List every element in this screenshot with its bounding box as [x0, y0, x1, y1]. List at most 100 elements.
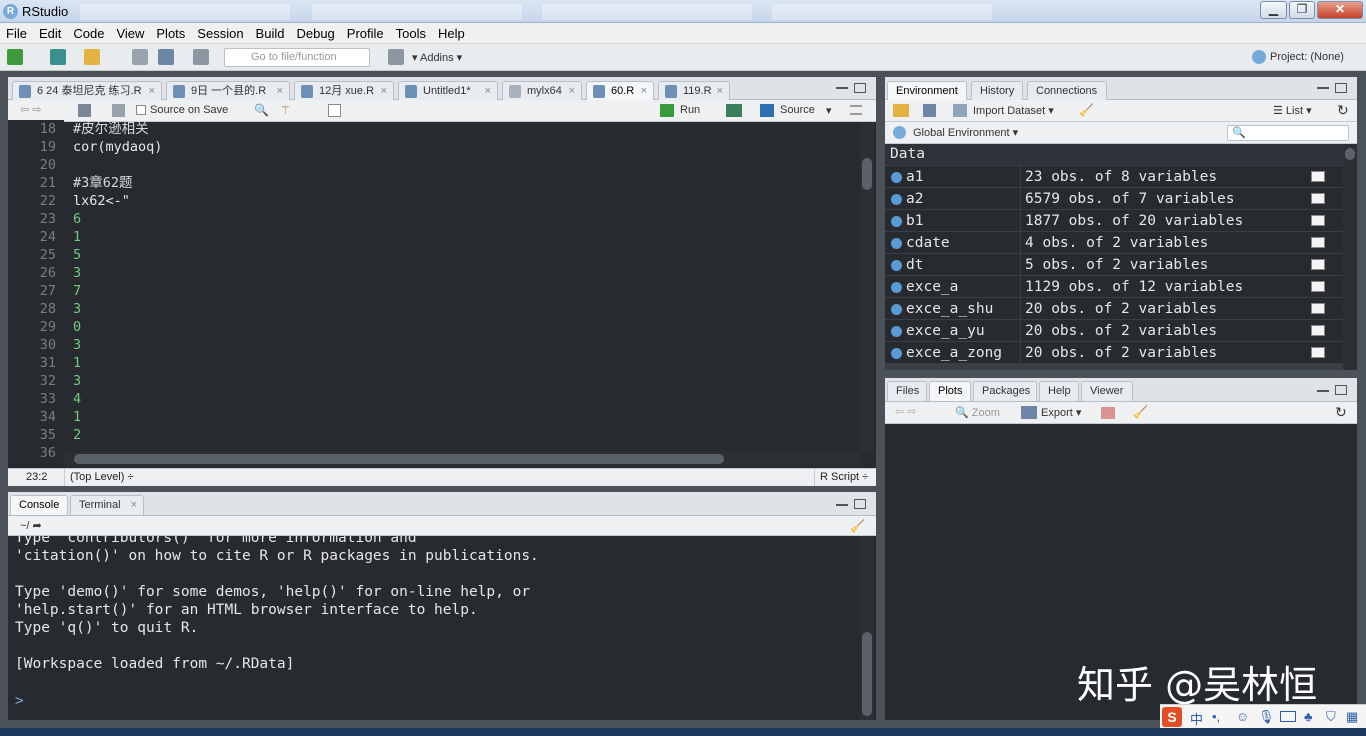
minimize-pane-icon[interactable]: [1317, 85, 1329, 89]
keyboard-icon[interactable]: [1280, 711, 1296, 722]
back-forward-icon[interactable]: ⇦ ⇨: [20, 103, 42, 116]
view-data-grid-icon[interactable]: [1311, 259, 1325, 270]
menu-code[interactable]: Code: [67, 23, 110, 41]
source-button[interactable]: Source: [780, 104, 815, 116]
menu-file[interactable]: File: [0, 23, 33, 41]
code-line[interactable]: 2: [73, 426, 853, 444]
scroll-thumb[interactable]: [74, 454, 724, 464]
close-icon[interactable]: ×: [717, 82, 723, 100]
environment-search-input[interactable]: 🔍: [1227, 125, 1349, 141]
maximize-pane-icon[interactable]: [1335, 385, 1347, 395]
code-line[interactable]: [73, 444, 853, 450]
environment-scrollbar[interactable]: [1343, 144, 1357, 370]
code-line[interactable]: 4: [73, 390, 853, 408]
expand-icon[interactable]: [891, 238, 902, 249]
load-workspace-icon[interactable]: [893, 104, 909, 117]
magic-wand-icon[interactable]: ⚚: [280, 103, 298, 117]
scroll-thumb[interactable]: [862, 632, 872, 716]
expand-icon[interactable]: [891, 194, 902, 205]
expand-icon[interactable]: [891, 304, 902, 315]
code-line[interactable]: 3: [73, 264, 853, 282]
background-window-tab[interactable]: [772, 4, 992, 20]
editor-vertical-scrollbar[interactable]: [860, 122, 874, 452]
view-data-grid-icon[interactable]: [1311, 237, 1325, 248]
background-window-tab[interactable]: [312, 4, 522, 20]
import-dataset-button[interactable]: Import Dataset ▾: [973, 104, 1054, 117]
maximize-button[interactable]: ❐: [1289, 1, 1315, 19]
go-to-directory-icon[interactable]: ➦: [33, 520, 42, 532]
view-data-grid-icon[interactable]: [1311, 215, 1325, 226]
clear-console-icon[interactable]: 🧹: [850, 519, 866, 533]
clear-plots-icon[interactable]: 🧹: [1133, 405, 1148, 419]
source-on-save-checkbox[interactable]: [136, 105, 146, 115]
print-icon[interactable]: [193, 49, 209, 65]
environment-row[interactable]: a1 23 obs. of 8 variables: [885, 166, 1345, 188]
code-line[interactable]: 6: [73, 210, 853, 228]
scope-selector[interactable]: (Top Level) ÷: [70, 471, 134, 483]
code-line[interactable]: #皮尔逊相关: [73, 120, 853, 138]
environment-selector[interactable]: Global Environment ▾: [913, 126, 1018, 139]
minimize-pane-icon[interactable]: [836, 502, 848, 506]
tshirt-icon[interactable]: ⛉: [1326, 709, 1336, 725]
maximize-pane-icon[interactable]: [854, 499, 866, 509]
code-line[interactable]: 1: [73, 408, 853, 426]
code-line[interactable]: [73, 156, 853, 174]
project-menu[interactable]: Project: (None): [1270, 51, 1344, 63]
remove-plot-icon[interactable]: [1101, 407, 1115, 419]
go-to-file-input[interactable]: Go to file/function: [224, 48, 370, 67]
expand-icon[interactable]: [891, 282, 902, 293]
close-icon[interactable]: ×: [569, 82, 575, 100]
tab-editor-file-active[interactable]: 60.R ×: [586, 81, 654, 101]
minimize-button[interactable]: ▁: [1260, 1, 1287, 19]
close-icon[interactable]: ×: [381, 82, 387, 100]
editor-horizontal-scrollbar[interactable]: [64, 452, 860, 466]
code-line[interactable]: 1: [73, 354, 853, 372]
console-prompt[interactable]: >: [15, 693, 24, 709]
environment-row[interactable]: dt 5 obs. of 2 variables: [885, 254, 1345, 276]
tab-viewer[interactable]: Viewer: [1081, 381, 1133, 401]
tab-console[interactable]: Console: [10, 495, 68, 515]
clear-workspace-icon[interactable]: 🧹: [1079, 103, 1094, 117]
tab-plots[interactable]: Plots: [929, 381, 971, 401]
view-data-grid-icon[interactable]: [1311, 281, 1325, 292]
tab-packages[interactable]: Packages: [973, 381, 1037, 401]
code-line[interactable]: 1: [73, 228, 853, 246]
back-forward-icon[interactable]: ⇦ ⇨: [895, 405, 917, 418]
tab-history[interactable]: History: [971, 81, 1023, 101]
maximize-pane-icon[interactable]: [854, 83, 866, 93]
view-data-grid-icon[interactable]: [1311, 193, 1325, 204]
rerun-icon[interactable]: [726, 104, 742, 117]
code-line[interactable]: 7: [73, 282, 853, 300]
tab-help[interactable]: Help: [1039, 381, 1079, 401]
menu-help[interactable]: Help: [432, 23, 471, 41]
refresh-icon[interactable]: ↻: [1337, 102, 1349, 119]
background-window-tab[interactable]: [80, 4, 290, 20]
close-icon[interactable]: ×: [485, 82, 491, 100]
close-icon[interactable]: ×: [277, 82, 283, 100]
tab-editor-file[interactable]: Untitled1* ×: [398, 81, 498, 101]
environment-row[interactable]: exce_a_shu 20 obs. of 2 variables: [885, 298, 1345, 320]
expand-icon[interactable]: [891, 348, 902, 359]
code-lines[interactable]: #皮尔逊相关 cor(mydaoq) #3章62题 lx62<-" 6 1 5 3 7 3 0 3 1 3…: [73, 120, 853, 450]
source-dropdown-icon[interactable]: ▾: [826, 104, 832, 117]
working-directory[interactable]: ~/ ➦: [20, 519, 42, 532]
toolbox-icon[interactable]: ▦: [1346, 709, 1358, 725]
microphone-icon[interactable]: 🎙: [1258, 709, 1275, 725]
file-type-selector[interactable]: R Script ÷: [820, 471, 868, 483]
view-data-grid-icon[interactable]: [1311, 347, 1325, 358]
document-outline-icon[interactable]: [328, 104, 341, 117]
new-project-icon[interactable]: [50, 49, 66, 65]
tab-terminal[interactable]: Terminal ×: [70, 495, 144, 515]
search-icon[interactable]: 🔍: [254, 103, 269, 117]
menu-view[interactable]: View: [110, 23, 150, 41]
close-icon[interactable]: ×: [149, 82, 155, 100]
code-line[interactable]: 0: [73, 318, 853, 336]
save-all-icon[interactable]: [158, 49, 174, 65]
refresh-icon[interactable]: ↻: [1335, 404, 1347, 421]
view-mode-selector[interactable]: ☰ List ▾: [1273, 104, 1312, 117]
menu-plots[interactable]: Plots: [150, 23, 191, 41]
view-data-grid-icon[interactable]: [1311, 325, 1325, 336]
run-button[interactable]: Run: [680, 104, 700, 116]
outline-lines-icon[interactable]: [850, 105, 862, 115]
environment-row[interactable]: exce_a_yu 20 obs. of 2 variables: [885, 320, 1345, 342]
